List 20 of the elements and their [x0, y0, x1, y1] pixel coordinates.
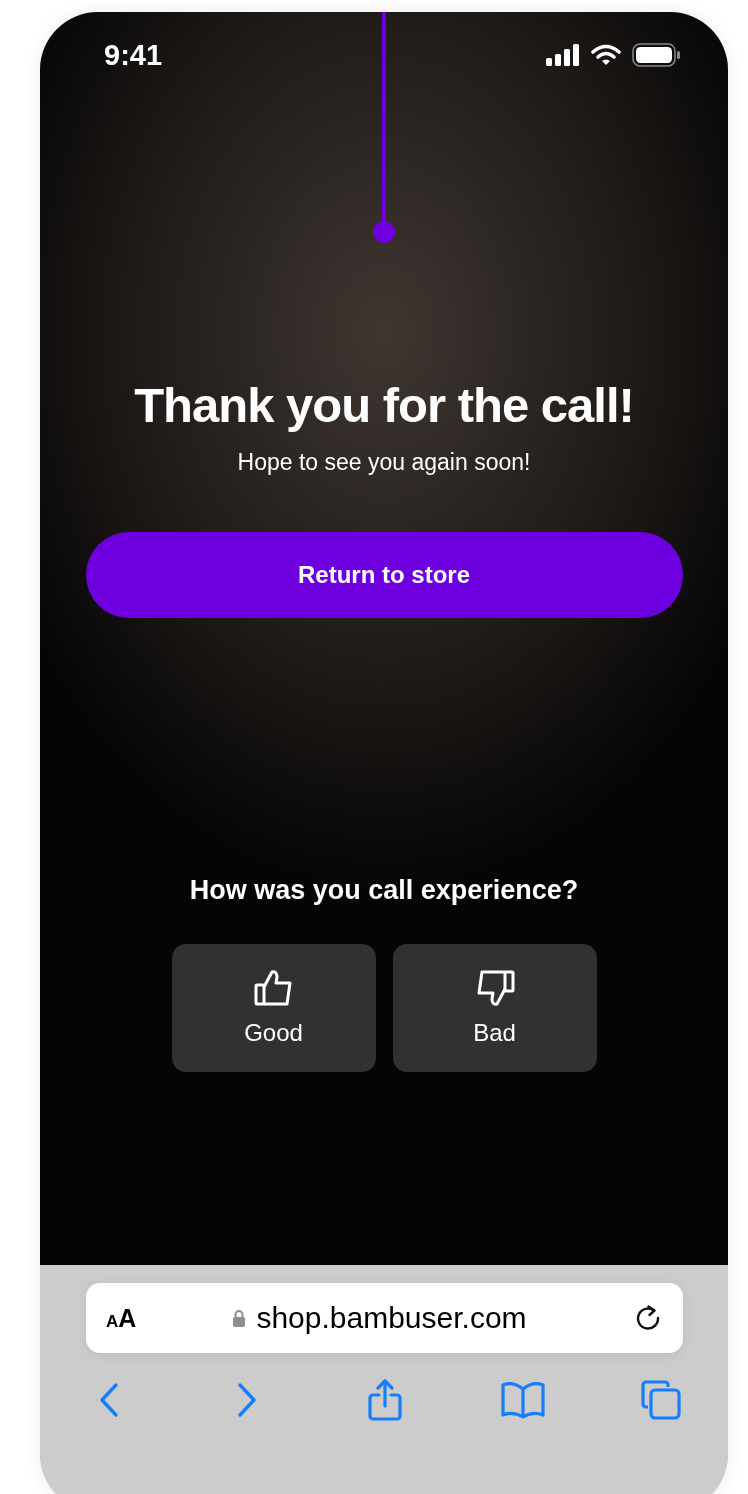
rating-question: How was you call experience? [189, 874, 579, 907]
signal-icon [546, 44, 580, 66]
back-icon[interactable] [97, 1382, 121, 1418]
return-to-store-button[interactable]: Return to store [85, 532, 683, 618]
thumbs-up-icon [253, 969, 294, 1007]
text-size-button[interactable]: AA [106, 1303, 166, 1333]
rating-option[interactable]: Good [171, 944, 376, 1072]
wifi-icon [590, 44, 622, 66]
status-time: 9:41 [104, 38, 163, 72]
bookmarks-icon[interactable] [500, 1381, 546, 1419]
url-text: shop.bambuser.com [256, 1301, 527, 1335]
tabs-icon[interactable] [640, 1379, 682, 1421]
address-bar[interactable]: AA shop.bambuser.com [86, 1283, 683, 1353]
battery-icon [632, 43, 680, 67]
subtitle-text: Hope to see you again soon! [237, 448, 531, 476]
rating-option[interactable]: Bad [392, 944, 597, 1072]
forward-icon[interactable] [235, 1382, 259, 1418]
lock-icon [232, 1309, 247, 1327]
share-icon[interactable] [367, 1378, 403, 1422]
thank-you-heading: Thank you for the call! [134, 377, 634, 433]
